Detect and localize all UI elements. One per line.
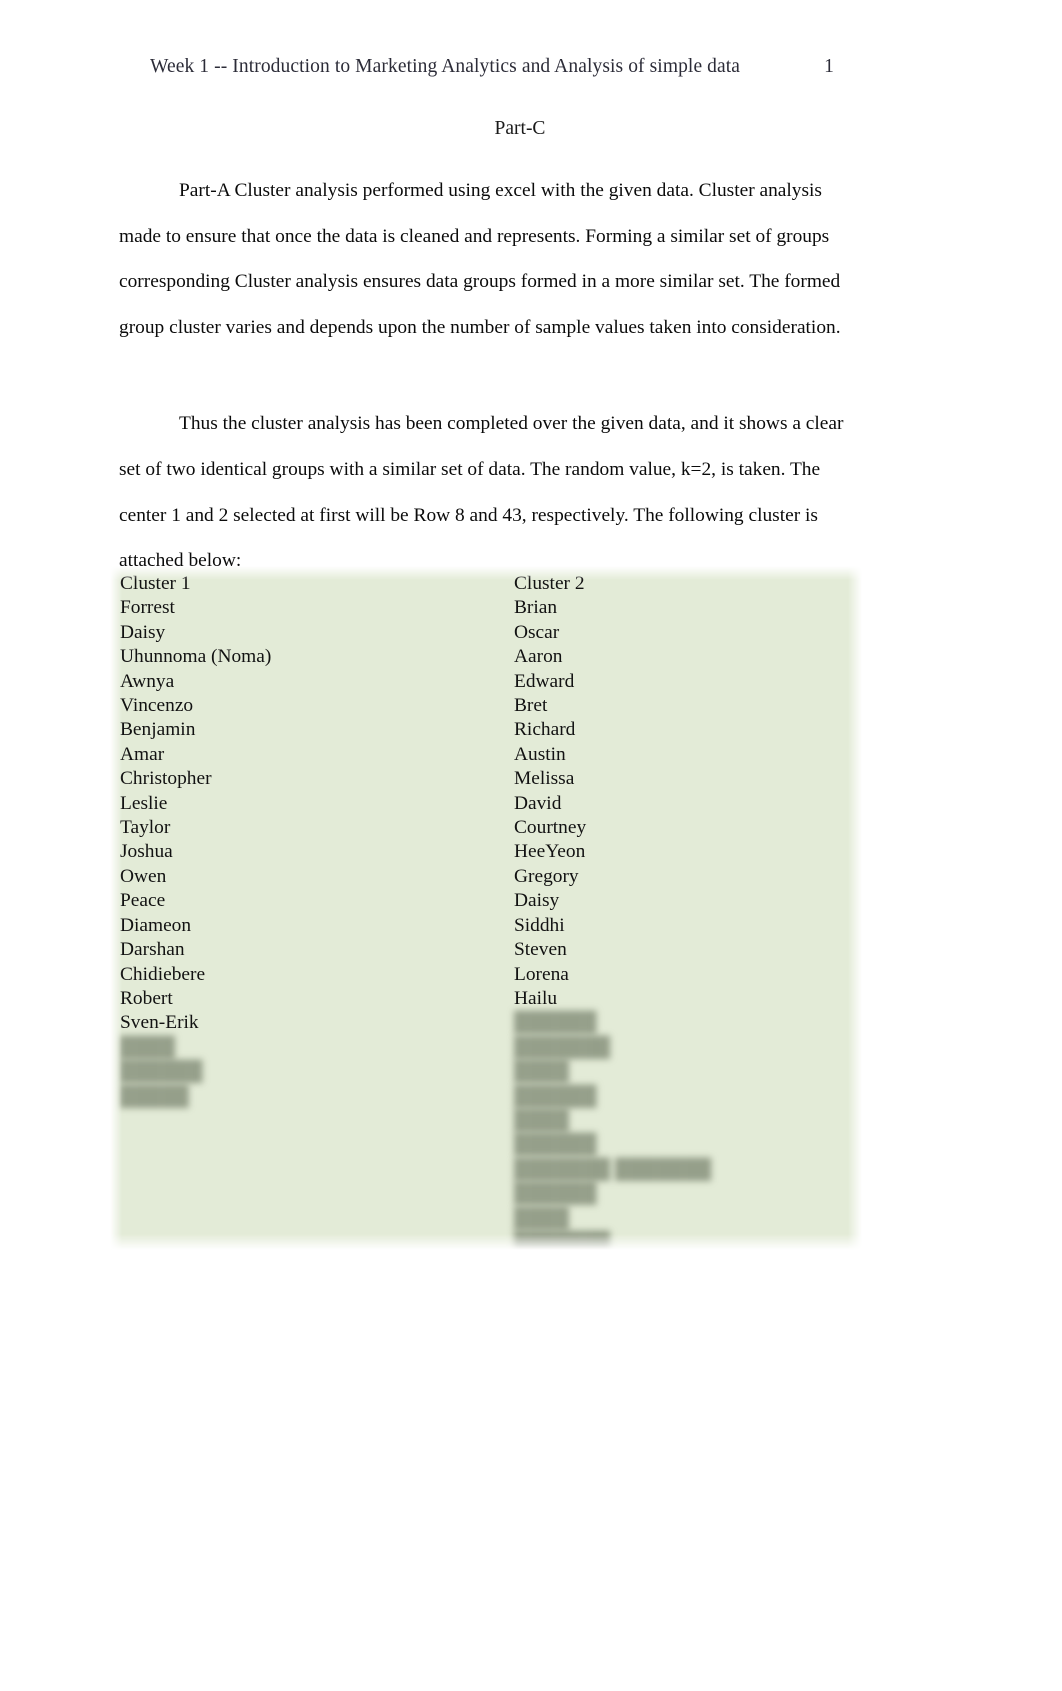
- cluster-1-name: Robert: [120, 987, 173, 1009]
- cluster-2-name: Bret: [514, 695, 548, 717]
- cluster-1-redacted-name: ████: [120, 1036, 175, 1058]
- paragraph-2: Thus the cluster analysis has been compl…: [119, 413, 844, 572]
- cluster-2-name: Lorena: [514, 963, 569, 985]
- cluster-1-name: Diameon: [120, 914, 192, 936]
- cluster-1-name: Uhunnoma (Noma): [120, 646, 272, 668]
- cluster-2-name: Edward: [514, 670, 575, 692]
- cluster-1-redacted-name: █████: [120, 1085, 189, 1107]
- cluster-2-redacted-name: ██████: [514, 1183, 597, 1205]
- cluster-1-name: Daisy: [120, 621, 166, 643]
- cluster-1-name: Forrest: [120, 597, 175, 619]
- cluster-2-name: Steven: [514, 939, 567, 961]
- cluster-1-name: Christopher: [120, 768, 212, 790]
- cluster-1-name: Taylor: [120, 817, 171, 839]
- cluster-2-redacted-name: ████: [514, 1109, 569, 1131]
- cluster-1-name: Amar: [120, 743, 165, 765]
- cluster-1-column: Cluster 1 Forrest Daisy Uhunnoma (Noma) Awn…: [120, 572, 510, 1109]
- cluster-1-name: Joshua: [120, 841, 173, 863]
- cluster-2-redacted-name: ████: [514, 1207, 569, 1229]
- running-header: Week 1 -- Introduction to Marketing Anal…: [150, 56, 912, 78]
- cluster-1-name: Owen: [120, 865, 167, 887]
- cluster-2-name: Gregory: [514, 865, 579, 887]
- cluster-1-name: Chidiebere: [120, 963, 206, 985]
- cluster-2-name: Brian: [514, 597, 558, 619]
- header-page-number: 1: [824, 56, 834, 77]
- cluster-2-name: Austin: [514, 743, 566, 765]
- cluster-2-name: Hailu: [514, 987, 558, 1009]
- cluster-1-name: Darshan: [120, 939, 185, 961]
- cluster-columns: Cluster 1 Forrest Daisy Uhunnoma (Noma) Awn…: [110, 566, 862, 1253]
- document-body: Part-A Cluster analysis performed using …: [119, 168, 863, 584]
- document-page: Week 1 -- Introduction to Marketing Anal…: [0, 0, 1062, 1691]
- cluster-1-name: Peace: [120, 890, 166, 912]
- cluster-2-redacted-name: ██████: [514, 1134, 597, 1156]
- cluster-2-name: Daisy: [514, 890, 560, 912]
- cluster-2-name: Aaron: [514, 646, 563, 668]
- cluster-1-name: Vincenzo: [120, 695, 194, 717]
- cluster-1-name: Awnya: [120, 670, 175, 692]
- cluster-1-name: Sven-Erik: [120, 1012, 199, 1034]
- header-title: Week 1 -- Introduction to Marketing Anal…: [150, 56, 741, 77]
- cluster-results-panel: Cluster 1 Forrest Daisy Uhunnoma (Noma) Awn…: [110, 566, 862, 1253]
- cluster-2-name: Siddhi: [514, 914, 565, 936]
- cluster-2-name: HeeYeon: [514, 841, 586, 863]
- cluster-2-column: Cluster 2 Brian Oscar Aaron Edward Bret Richa…: [514, 572, 854, 1255]
- cluster-2-redacted-name: ██████: [514, 1012, 597, 1034]
- cluster-2-list: Brian Oscar Aaron Edward Bret Richard Austin Me…: [514, 596, 854, 1255]
- cluster-1-list: Forrest Daisy Uhunnoma (Noma) Awnya Vincenzo…: [120, 596, 510, 1109]
- cluster-2-heading: Cluster 2: [514, 573, 585, 594]
- cluster-2-redacted-name: ████: [514, 1061, 569, 1083]
- paragraph-1: Part-A Cluster analysis performed using …: [119, 180, 841, 338]
- cluster-1-name: Leslie: [120, 792, 168, 814]
- cluster-2-name: Courtney: [514, 817, 587, 839]
- cluster-2-redacted-name: ███████ ███████: [514, 1158, 712, 1180]
- cluster-2-redacted-name: ███████: [514, 1036, 611, 1058]
- cluster-2-redacted-name: ██████: [514, 1085, 597, 1107]
- cluster-1-heading: Cluster 1: [120, 573, 191, 594]
- cluster-2-name: Oscar: [514, 621, 560, 643]
- page-title: Part-C: [494, 118, 546, 139]
- cluster-2-name: Melissa: [514, 768, 575, 790]
- cluster-2-name: David: [514, 792, 562, 814]
- cluster-1-name: Benjamin: [120, 719, 196, 741]
- cluster-2-redacted-name: ███████: [514, 1231, 611, 1253]
- cluster-1-redacted-name: ██████: [120, 1061, 203, 1083]
- cluster-2-name: Richard: [514, 719, 576, 741]
